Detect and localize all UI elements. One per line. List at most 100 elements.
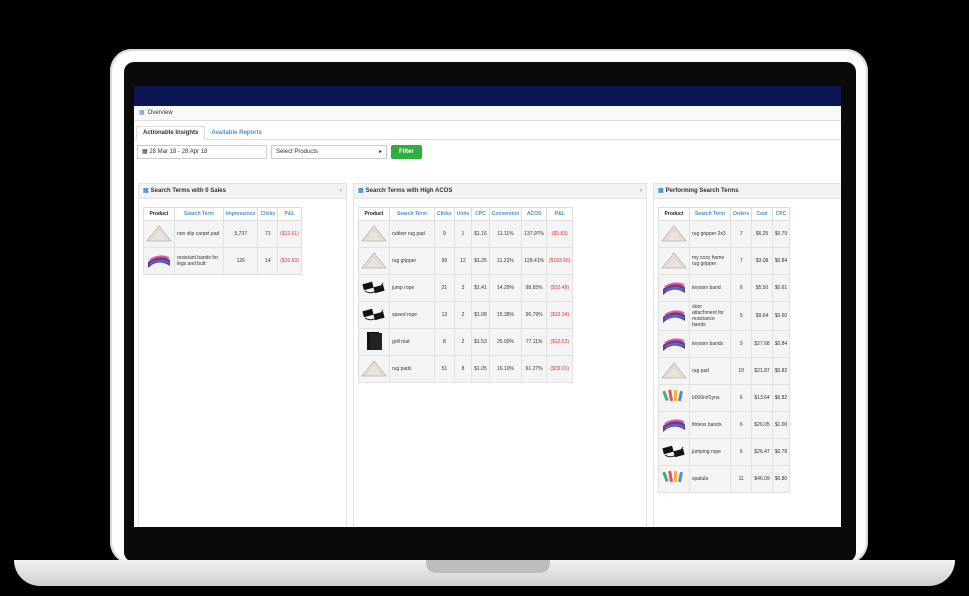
spatula-product-icon (661, 468, 687, 490)
rug-product-icon (146, 223, 172, 245)
table-row: rubber rug pad 9 1 $1.16 11.11% 137.97% ($5.83… (358, 220, 574, 248)
jump-rope-product-icon (361, 277, 387, 299)
table-row: rug pads 51 8 $1.05 16.10% 61.27% ($39.01) (358, 355, 574, 383)
search-term-cell: tension band (689, 274, 731, 302)
value-cell: 11.11% (488, 220, 523, 248)
filter-bar: ▦ 28 Mar 18 - 28 Apr 18 Select Products ▸… (134, 140, 841, 164)
value-cell: 98.65% (521, 274, 548, 302)
column-header[interactable]: P&L (277, 207, 302, 221)
value-cell: 9 (434, 220, 455, 248)
panel-title: Search Terms with 0 Sales (150, 188, 226, 194)
search-term-cell: rug gripper 2x3 (689, 220, 731, 248)
product-thumb-cell (658, 301, 690, 331)
resistance-band-product-icon (146, 250, 172, 272)
table-row: tension bands 9 $27.68 $0.84 (658, 330, 791, 358)
value-cell: 6 (729, 384, 753, 412)
chart-icon: ▦ (358, 188, 364, 194)
pl-cell: ($5.83) (546, 220, 574, 248)
product-select[interactable]: Select Products ▸ (271, 145, 387, 159)
product-thumb-cell (143, 247, 175, 275)
value-cell: 13 (434, 301, 455, 329)
column-header: Product (143, 207, 175, 221)
column-header[interactable]: CPC (771, 207, 791, 221)
product-thumb-cell (358, 328, 390, 356)
value-cell: $27.68 (751, 330, 773, 358)
product-thumb-cell (658, 465, 690, 493)
value-cell: 71 (257, 220, 279, 248)
resistance-band-product-icon (661, 414, 687, 436)
pl-cell: ($10.48) (546, 274, 574, 302)
grill-mat-product-icon (361, 331, 387, 353)
table-row: b000rxf1ynu 6 $13.64 $0.82 (658, 384, 791, 412)
chevron-right-icon[interactable]: › (640, 184, 642, 198)
spatula-product-icon (661, 387, 687, 409)
search-term-cell: speed rope (389, 301, 435, 329)
search-term-cell: rug pad (689, 357, 731, 385)
value-cell: 14 (257, 247, 279, 275)
column-header[interactable]: Impressions (222, 207, 259, 221)
column-header[interactable]: Units (453, 207, 473, 221)
search-term-cell: rubber rug pad (389, 220, 435, 248)
value-cell: $1.00 (771, 411, 791, 439)
pl-cell: ($103.66) (546, 247, 574, 275)
column-header[interactable]: Search Term (389, 207, 435, 221)
rug-product-icon (361, 223, 387, 245)
product-thumb-cell (658, 274, 690, 302)
filter-button[interactable]: Filter (391, 145, 422, 159)
table-row: my cozy home rug gripper 7 $3.08 $0.84 (658, 247, 791, 275)
column-header[interactable]: Orders (729, 207, 753, 221)
column-header[interactable]: Conversion (488, 207, 523, 221)
column-header[interactable]: Search Term (174, 207, 224, 221)
chart-icon: ▦ (139, 110, 145, 116)
product-thumb-cell (658, 247, 690, 275)
value-cell: $3.08 (751, 247, 773, 275)
pl-cell: ($16.53) (277, 247, 302, 275)
column-header[interactable]: Search Term (689, 207, 731, 221)
rug-product-icon (661, 360, 687, 382)
date-range-picker[interactable]: ▦ 28 Mar 18 - 28 Apr 18 (137, 145, 267, 159)
value-cell: 9 (729, 330, 753, 358)
value-cell: $0.82 (771, 384, 791, 412)
search-term-cell: rug gripper (389, 247, 435, 275)
column-header[interactable]: Clicks (257, 207, 279, 221)
table-header-row: Product Search Term Clicks Units CPC Conversi… (358, 207, 574, 221)
value-cell: 3 (453, 274, 473, 302)
column-header[interactable]: Clicks (434, 207, 455, 221)
tab-bar: Actionable Insights Available Reports (134, 121, 841, 140)
column-header[interactable]: P&L (546, 207, 574, 221)
product-thumb-cell (358, 355, 390, 383)
table-row: grill mat 8 2 $1.53 25.00% 77.11% ($12.52) (358, 328, 574, 356)
column-header[interactable]: ACOS (521, 207, 548, 221)
tab-available-reports[interactable]: Available Reports (205, 127, 267, 139)
value-cell: 25.00% (488, 328, 523, 356)
value-cell: 21 (434, 274, 455, 302)
pl-cell: ($39.01) (546, 355, 574, 383)
tab-actionable-insights[interactable]: Actionable Insights (136, 126, 206, 140)
data-table: Product Search Term Clicks Units CPC Conversi… (358, 207, 574, 383)
value-cell: 11 (729, 465, 753, 493)
column-header[interactable]: Cost (751, 207, 773, 221)
value-cell: 2 (453, 328, 473, 356)
table-row: door attachment for resistance bands 5 $9.… (658, 301, 791, 331)
value-cell: 1 (453, 220, 473, 248)
value-cell: $0.84 (771, 330, 791, 358)
product-thumb-cell (658, 384, 690, 412)
value-cell: $13.64 (751, 384, 773, 412)
value-cell: 99 (434, 247, 455, 275)
product-thumb-cell (358, 301, 390, 329)
chevron-right-icon[interactable]: › (340, 184, 342, 198)
data-table: Product Search Term Orders Cost CPC rug gripp… (658, 207, 791, 493)
table-header-row: Product Search Term Impressions Clicks P&L (143, 207, 302, 221)
table-row: rug gripper 2x3 7 $6.25 $0.79 (658, 220, 791, 248)
search-term-cell: grill mat (389, 328, 435, 356)
value-cell: 8 (453, 355, 473, 383)
product-thumb-cell (658, 411, 690, 439)
caret-down-icon: ▸ (378, 149, 382, 155)
pl-cell: ($12.61) (277, 220, 302, 248)
value-cell: $0.82 (771, 357, 791, 385)
date-range-value: 28 Mar 18 - 28 Apr 18 (149, 149, 208, 155)
column-header[interactable]: CPC (471, 207, 490, 221)
panel-high-acos: ▦ Search Terms with High ACOS › Product Sear… (353, 183, 647, 527)
panel-header: ▦ Search Terms with 0 Sales › (139, 184, 346, 199)
value-cell: 10 (729, 357, 753, 385)
